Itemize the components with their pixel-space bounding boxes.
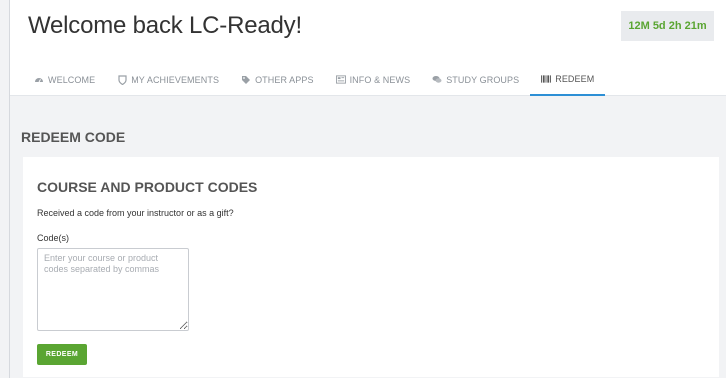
redeem-card: COURSE AND PRODUCT CODES Received a code… <box>23 157 719 377</box>
tab-label: INFO & NEWS <box>349 74 411 85</box>
tag-icon <box>241 75 251 85</box>
page-header: Welcome back LC-Ready! 12M 5d 2h 21m WEL… <box>10 0 726 96</box>
subscription-timer: 12M 5d 2h 21m <box>621 11 714 41</box>
tab-welcome[interactable]: WELCOME <box>23 63 106 96</box>
app-frame: Welcome back LC-Ready! 12M 5d 2h 21m WEL… <box>9 0 726 378</box>
tab-other-apps[interactable]: OTHER APPS <box>230 63 325 96</box>
dashboard-icon <box>34 75 44 85</box>
card-description: Received a code from your instructor or … <box>37 208 234 218</box>
tab-label: MY ACHIEVEMENTS <box>131 74 220 85</box>
shield-icon <box>117 74 127 85</box>
tab-label: OTHER APPS <box>255 74 314 85</box>
redeem-button[interactable]: REDEEM <box>37 344 87 365</box>
tab-study-groups[interactable]: STUDY GROUPS <box>421 63 530 96</box>
tab-info-news[interactable]: INFO & NEWS <box>325 63 422 96</box>
newspaper-icon <box>335 75 346 85</box>
page-title: Welcome back LC-Ready! <box>28 12 302 39</box>
chat-icon <box>432 75 442 85</box>
card-title: COURSE AND PRODUCT CODES <box>37 179 258 195</box>
tab-redeem[interactable]: REDEEM <box>530 63 606 96</box>
section-heading: REDEEM CODE <box>21 129 126 145</box>
tab-my-achievements[interactable]: MY ACHIEVEMENTS <box>106 63 230 96</box>
tab-label: STUDY GROUPS <box>446 74 520 85</box>
tab-label: REDEEM <box>555 73 595 84</box>
codes-label: Code(s) <box>37 233 70 243</box>
barcode-icon <box>541 74 552 84</box>
codes-input[interactable] <box>37 248 189 331</box>
tab-label: WELCOME <box>48 74 96 85</box>
main-tabs: WELCOME MY ACHIEVEMENTS OTHER APPS INFO … <box>23 63 606 96</box>
